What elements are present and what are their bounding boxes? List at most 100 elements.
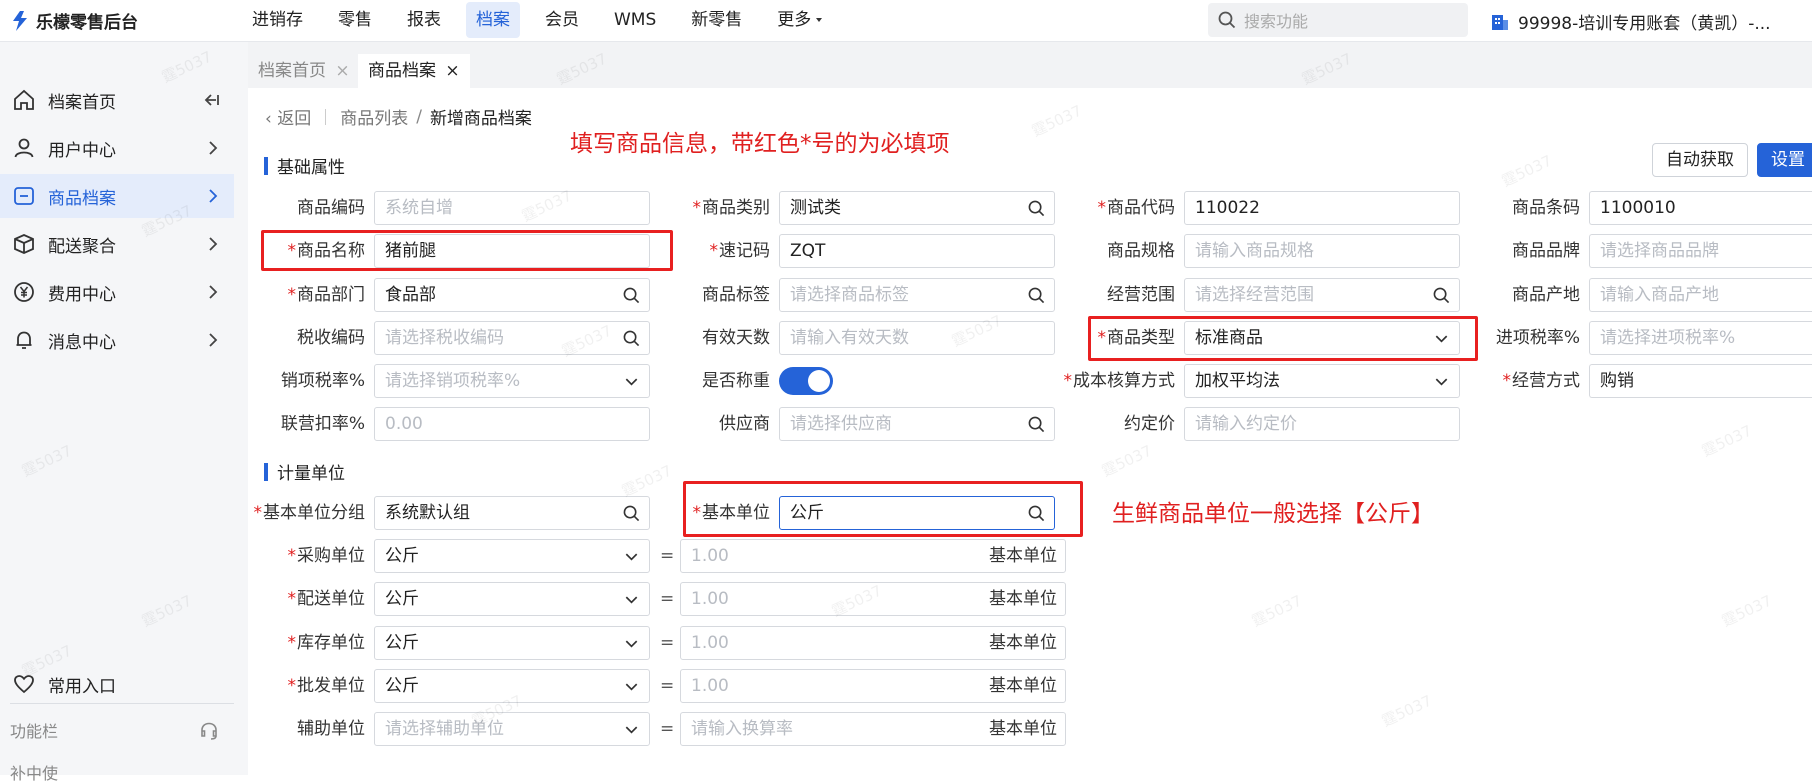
spec-input[interactable]: 请输入商品规格: [1184, 234, 1460, 268]
tab-product-archive[interactable]: 商品档案 ×: [358, 54, 470, 88]
input-placeholder: 请选择供应商: [790, 414, 892, 434]
product-code-input[interactable]: 系统自增: [374, 191, 650, 225]
watermark: 霆5037: [1498, 151, 1555, 191]
nav-item-inventory[interactable]: 进销存: [242, 2, 313, 38]
base-unit-suffix: 基本单位: [989, 719, 1057, 739]
sidebar-item-product-archive[interactable]: 商品档案: [0, 174, 234, 218]
collapse-sidebar-icon[interactable]: [202, 92, 220, 108]
barcode-input[interactable]: 1100010: [1589, 191, 1812, 225]
building-icon: [1492, 14, 1508, 30]
category-input[interactable]: 测试类: [779, 191, 1055, 225]
output-tax-select[interactable]: 请选择销项税率%: [374, 364, 650, 398]
field-label: *商品代码: [1097, 198, 1176, 218]
field-label: *商品部门: [287, 285, 366, 305]
field-label: *基本单位分组: [253, 503, 366, 523]
headset-icon[interactable]: [198, 720, 220, 742]
home-icon: [14, 89, 34, 110]
auto-fetch-button[interactable]: 自动获取: [1652, 143, 1748, 177]
sidebar-item-messages[interactable]: 消息中心: [0, 318, 234, 362]
close-icon[interactable]: ×: [335, 61, 349, 81]
field-label: 约定价: [1124, 414, 1175, 434]
nav-item-member[interactable]: 会员: [535, 2, 589, 38]
sidebar-item-expense[interactable]: 费用中心: [0, 270, 234, 314]
supplier-input[interactable]: 请选择供应商: [779, 407, 1055, 441]
back-label: 返回: [277, 109, 312, 129]
cost-method-select[interactable]: 加权平均法: [1184, 364, 1460, 398]
conversion-ratio-input[interactable]: 1.00 基本单位: [680, 626, 1066, 660]
search-box[interactable]: 搜索功能: [1208, 3, 1468, 37]
department-input[interactable]: 食品部: [374, 278, 650, 312]
nav-item-more[interactable]: 更多: [767, 2, 834, 38]
sidebar-item-favorites[interactable]: 常用入口: [0, 662, 234, 706]
account-label: 99998-培训专用账套（黄凯）-...: [1518, 14, 1771, 34]
search-icon[interactable]: [1028, 416, 1045, 433]
back-link[interactable]: ‹ 返回: [265, 104, 311, 129]
tax-code-input[interactable]: 请选择税收编码: [374, 321, 650, 355]
search-icon[interactable]: [1028, 200, 1045, 217]
equals-sign: =: [660, 719, 675, 739]
search-icon[interactable]: [623, 330, 640, 347]
breadcrumb: ‹ 返回 商品列表 / 新增商品档案: [265, 104, 532, 130]
weighing-toggle[interactable]: [779, 367, 833, 395]
highlight-product-type: [1088, 316, 1478, 361]
input-tax-select[interactable]: 请选择进项税率%: [1589, 321, 1812, 355]
mnemonic-input[interactable]: ZQT: [779, 234, 1055, 268]
app-logo[interactable]: 乐檬零售后台: [10, 8, 138, 33]
sidebar-item-user-center[interactable]: 用户中心: [0, 126, 234, 170]
unit-select[interactable]: 公斤: [374, 582, 650, 616]
field-label: 经营范围: [1107, 285, 1175, 305]
nav-item-wms[interactable]: WMS: [604, 2, 666, 38]
conversion-ratio-input[interactable]: 1.00 基本单位: [680, 669, 1066, 703]
unit-select[interactable]: 公斤: [374, 626, 650, 660]
account-switcher[interactable]: 99998-培训专用账套（黄凯）-...: [1490, 9, 1771, 34]
label-text: 商品代码: [1107, 198, 1175, 218]
nav-item-reports[interactable]: 报表: [397, 2, 451, 38]
sidebar-item-distribution[interactable]: 配送聚合: [0, 222, 234, 266]
close-icon[interactable]: ×: [445, 61, 459, 81]
breadcrumb-product-list[interactable]: 商品列表: [340, 104, 408, 129]
unit-select[interactable]: 公斤: [374, 669, 650, 703]
conversion-ratio-input[interactable]: 1.00 基本单位: [680, 539, 1066, 573]
sku-code-input[interactable]: 110022: [1184, 191, 1460, 225]
unit-group-input[interactable]: 系统默认组: [374, 496, 650, 530]
nav-item-new-retail[interactable]: 新零售: [681, 2, 752, 38]
conversion-ratio-input[interactable]: 1.00 基本单位: [680, 582, 1066, 616]
search-icon[interactable]: [1433, 287, 1450, 304]
label-text: 配送单位: [297, 589, 365, 609]
ratio-value: 1.00: [691, 676, 729, 696]
search-icon[interactable]: [1028, 287, 1045, 304]
sidebar-item-archive-home[interactable]: 档案首页: [0, 78, 234, 122]
equals-sign: =: [660, 633, 675, 653]
chevron-right-icon: [209, 189, 218, 203]
tag-input[interactable]: 请选择商品标签: [779, 278, 1055, 312]
business-scope-input[interactable]: 请选择经营范围: [1184, 278, 1460, 312]
cut-off-menu-item[interactable]: 补中使: [10, 760, 58, 784]
search-icon[interactable]: [623, 287, 640, 304]
unit-select[interactable]: 请选择辅助单位: [374, 712, 650, 746]
annotation-required-fields: 填写商品信息，带红色*号的为必填项: [570, 131, 950, 157]
watermark: 霆5037: [1718, 591, 1775, 631]
joint-rate-input[interactable]: 0.00: [374, 407, 650, 441]
settings-button[interactable]: 设置: [1757, 143, 1812, 177]
unit-select[interactable]: 公斤: [374, 539, 650, 573]
select-value: 公斤: [385, 589, 419, 609]
shelf-days-input[interactable]: 请输入有效天数: [779, 321, 1055, 355]
brand-input[interactable]: 请选择商品品牌: [1589, 234, 1812, 268]
chevron-down-icon: [625, 726, 638, 734]
tab-archive-home[interactable]: 档案首页 ×: [248, 54, 360, 88]
agreed-price-input[interactable]: 请输入约定价: [1184, 407, 1460, 441]
sidebar-item-label: 费用中心: [48, 284, 116, 305]
conversion-ratio-input[interactable]: 请输入换算率 基本单位: [680, 712, 1066, 746]
origin-input[interactable]: 请输入商品产地: [1589, 278, 1812, 312]
sidebar-item-label: 消息中心: [48, 332, 116, 353]
select-placeholder: 请选择销项税率%: [385, 371, 521, 391]
ratio-value: 1.00: [691, 589, 729, 609]
search-icon[interactable]: [623, 505, 640, 522]
select-value: 公斤: [385, 546, 419, 566]
business-mode-select[interactable]: 购销: [1589, 364, 1812, 398]
search-placeholder: 搜索功能: [1244, 12, 1309, 31]
nav-item-retail[interactable]: 零售: [328, 2, 382, 38]
nav-item-archive[interactable]: 档案: [466, 2, 520, 38]
top-bar: 乐檬零售后台 进销存 零售 报表 档案 会员 WMS 新零售 更多 搜索功能 9…: [0, 0, 1812, 42]
function-bar-label: 功能栏: [10, 722, 59, 741]
